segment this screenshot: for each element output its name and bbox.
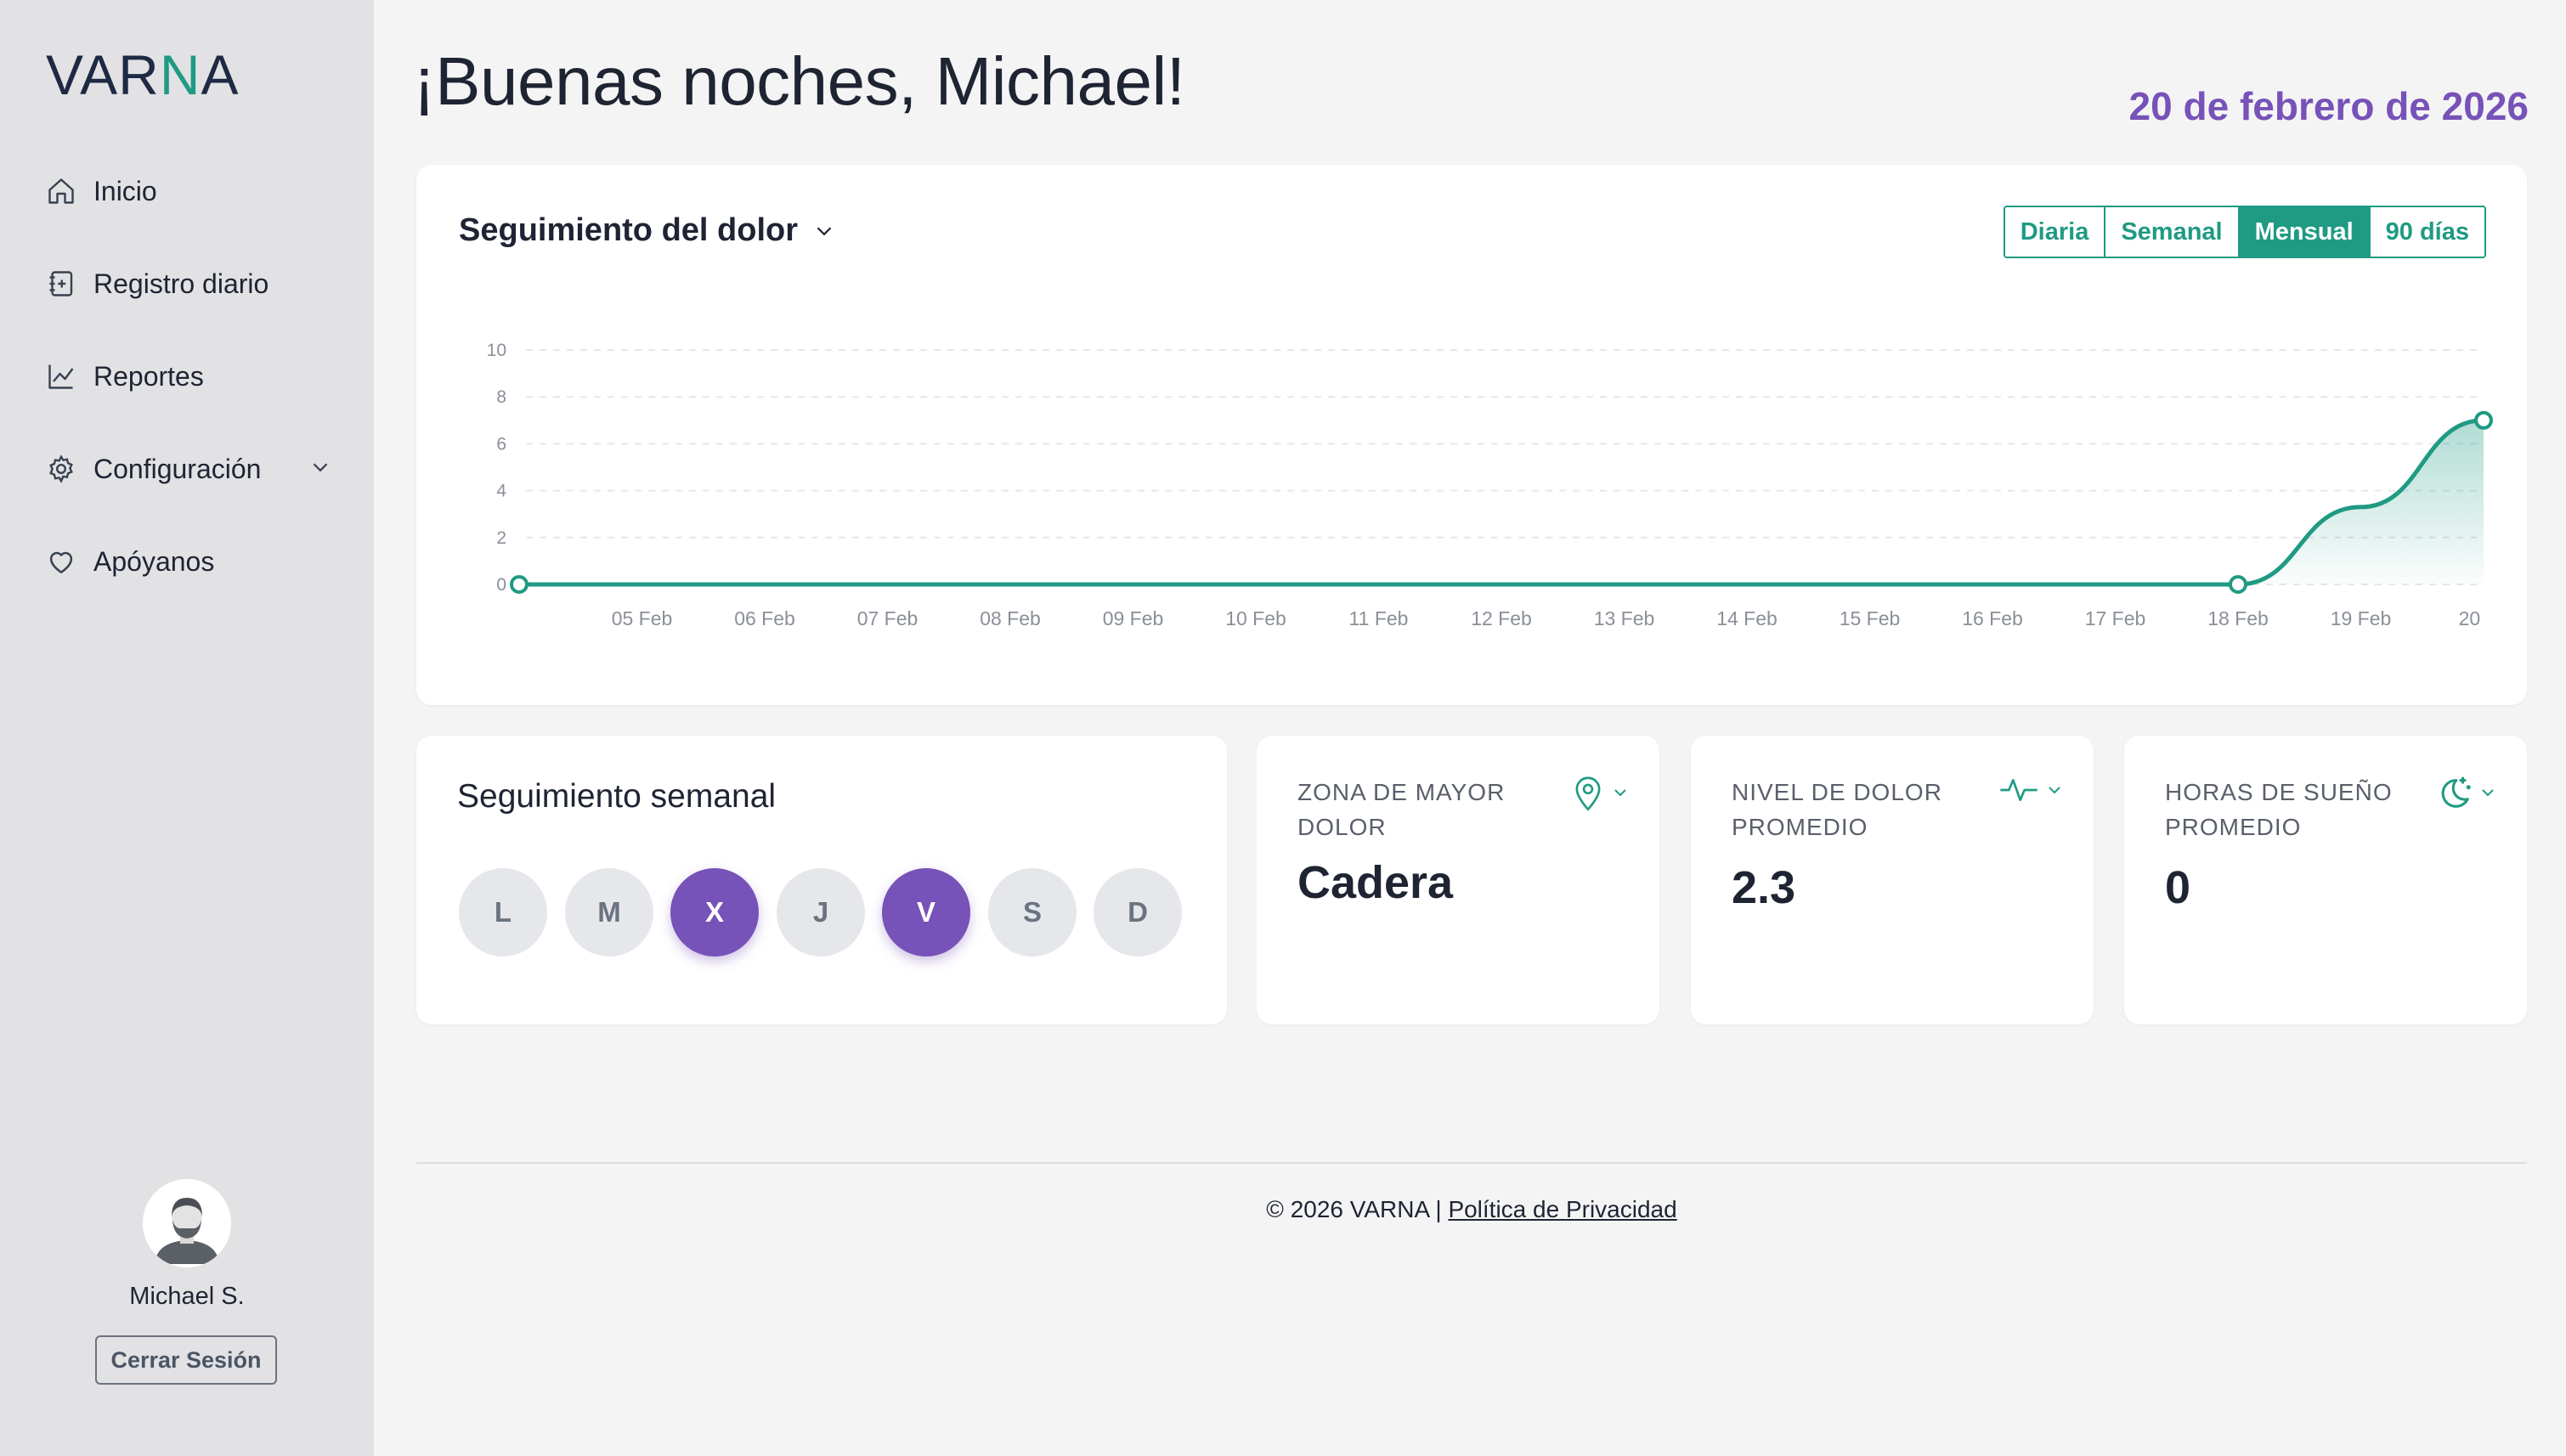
x-tick-label: 07 Feb xyxy=(857,607,918,629)
x-tick-label: 16 Feb xyxy=(1962,607,2023,629)
y-tick-label: 8 xyxy=(496,387,506,407)
gear-icon xyxy=(44,452,78,486)
logout-button[interactable]: Cerrar Sesión xyxy=(95,1335,277,1385)
logo-accent-letter: N xyxy=(159,43,201,106)
stat-dropdown[interactable] xyxy=(1998,773,2065,807)
stat-card-pain-zone: ZONA DE MAYOR DOLOR Cadera xyxy=(1257,736,1659,1024)
x-tick-label: 17 Feb xyxy=(2085,607,2146,629)
heart-icon xyxy=(44,545,78,578)
sidebar-item-configuracion[interactable]: Configuración xyxy=(44,439,333,499)
x-tick-label: 18 Feb xyxy=(2207,607,2269,629)
x-tick-label: 06 Feb xyxy=(734,607,795,629)
home-icon xyxy=(44,174,78,208)
pulse-icon xyxy=(2000,779,2038,801)
current-date: 20 de febrero de 2026 xyxy=(2128,84,2529,128)
logo-part: A xyxy=(201,43,240,106)
x-tick-label: 05 Feb xyxy=(612,607,673,629)
stat-value: Cadera xyxy=(1297,857,1454,908)
stat-label: HORAS DE SUEÑO PROMEDIO xyxy=(2165,779,2393,840)
x-tick-label: 11 Feb xyxy=(1349,607,1409,629)
avatar[interactable] xyxy=(143,1179,231,1267)
day-thursday[interactable]: J xyxy=(777,868,865,957)
stat-label: NIVEL DE DOLOR PROMEDIO xyxy=(1732,779,1942,840)
footer-copyright: © 2026 VARNA | xyxy=(1266,1196,1449,1222)
range-toggle: Diaria Semanal Mensual 90 días xyxy=(2003,206,2486,258)
x-tick-label: 15 Feb xyxy=(1840,607,1901,629)
sidebar-item-label: Registro diario xyxy=(93,268,269,299)
x-tick-label: 13 Feb xyxy=(1594,607,1655,629)
page-title: ¡Buenas noches, Michael! xyxy=(413,43,1185,119)
footer-divider xyxy=(416,1162,2527,1164)
y-tick-label: 4 xyxy=(496,482,506,501)
journal-plus-icon xyxy=(44,267,78,301)
range-daily-button[interactable]: Diaria xyxy=(2004,207,2105,257)
x-tick-label: 09 Feb xyxy=(1103,607,1164,629)
day-wednesday[interactable]: X xyxy=(670,868,759,957)
y-tick-label: 6 xyxy=(496,434,506,454)
y-tick-label: 10 xyxy=(487,341,506,360)
footer: © 2026 VARNA | Política de Privacidad xyxy=(416,1196,2527,1223)
x-tick-label: 08 Feb xyxy=(980,607,1041,629)
chevron-down-icon xyxy=(1614,789,1626,797)
stat-dropdown[interactable] xyxy=(1571,773,1631,812)
logo-part: VAR xyxy=(46,43,160,106)
chevron-down-icon[interactable] xyxy=(308,454,333,484)
x-tick-label: 19 Feb xyxy=(2331,607,2392,629)
stat-dropdown[interactable] xyxy=(2433,773,2498,812)
avatar-man-beard-icon xyxy=(143,1179,231,1267)
x-tick-label: 14 Feb xyxy=(1716,607,1778,629)
day-saturday[interactable]: S xyxy=(988,868,1077,957)
sidebar-item-label: Inicio xyxy=(93,175,157,206)
data-point xyxy=(2474,410,2493,430)
stat-card-pain-level: NIVEL DE DOLOR PROMEDIO 2.3 xyxy=(1691,736,2094,1024)
stat-value: 0 xyxy=(2165,862,2191,913)
sidebar-item-reportes[interactable]: Reportes xyxy=(44,347,333,406)
day-tuesday[interactable]: M xyxy=(565,868,653,957)
range-monthly-button[interactable]: Mensual xyxy=(2237,207,2369,257)
data-point xyxy=(510,575,528,594)
series-area xyxy=(519,420,2484,584)
x-tick-label: 12 Feb xyxy=(1471,607,1532,629)
weekly-title: Seguimiento semanal xyxy=(457,778,777,815)
chevron-down-icon xyxy=(817,226,832,235)
sidebar-item-registro-diario[interactable]: Registro diario xyxy=(44,254,333,313)
y-tick-label: 2 xyxy=(496,528,506,548)
weekly-tracking-card: Seguimiento semanal L M X J V S D xyxy=(416,736,1227,1024)
data-point xyxy=(2229,575,2247,594)
map-pin-icon xyxy=(1575,776,1601,811)
sidebar-item-label: Apóyanos xyxy=(93,545,215,577)
line-chart-icon xyxy=(44,359,78,393)
series-line xyxy=(519,418,2484,587)
sidebar-item-label: Configuración xyxy=(93,453,262,484)
moon-stars-icon xyxy=(2441,776,2471,808)
range-weekly-button[interactable]: Semanal xyxy=(2104,207,2238,257)
stat-card-sleep-hours: HORAS DE SUEÑO PROMEDIO 0 xyxy=(2124,736,2527,1024)
stat-value: 2.3 xyxy=(1732,862,1796,913)
sidebar-item-label: Reportes xyxy=(93,360,204,392)
sidebar: VARNA Inicio Registro diario Reportes Co… xyxy=(0,0,374,1456)
pain-chart-title-dropdown[interactable]: Seguimiento del dolor xyxy=(459,212,837,249)
day-friday[interactable]: V xyxy=(882,868,970,957)
range-90-days-button[interactable]: 90 días xyxy=(2368,207,2484,257)
sidebar-item-inicio[interactable]: Inicio xyxy=(44,161,333,221)
chevron-down-icon xyxy=(2049,787,2060,794)
pain-chart-title: Seguimiento del dolor xyxy=(459,212,799,248)
chevron-down-icon xyxy=(2482,789,2494,797)
privacy-policy-link[interactable]: Política de Privacidad xyxy=(1448,1196,1676,1222)
y-tick-label: 0 xyxy=(496,575,506,595)
sidebar-item-apoyanos[interactable]: Apóyanos xyxy=(44,532,333,591)
pain-tracking-card: 0 2 4 6 8 10 05 Feb 06 Feb 07 Feb 08 Feb 09 Feb 10 … xyxy=(416,165,2527,705)
x-tick-label: 10 Feb xyxy=(1225,607,1286,629)
stat-label: ZONA DE MAYOR DOLOR xyxy=(1297,779,1506,840)
day-sunday[interactable]: D xyxy=(1094,868,1182,957)
user-name: Michael S. xyxy=(129,1283,245,1310)
day-monday[interactable]: L xyxy=(459,868,547,957)
brand-logo[interactable]: VARNA xyxy=(46,42,240,107)
x-tick-label: 20 Fe xyxy=(2459,607,2509,629)
